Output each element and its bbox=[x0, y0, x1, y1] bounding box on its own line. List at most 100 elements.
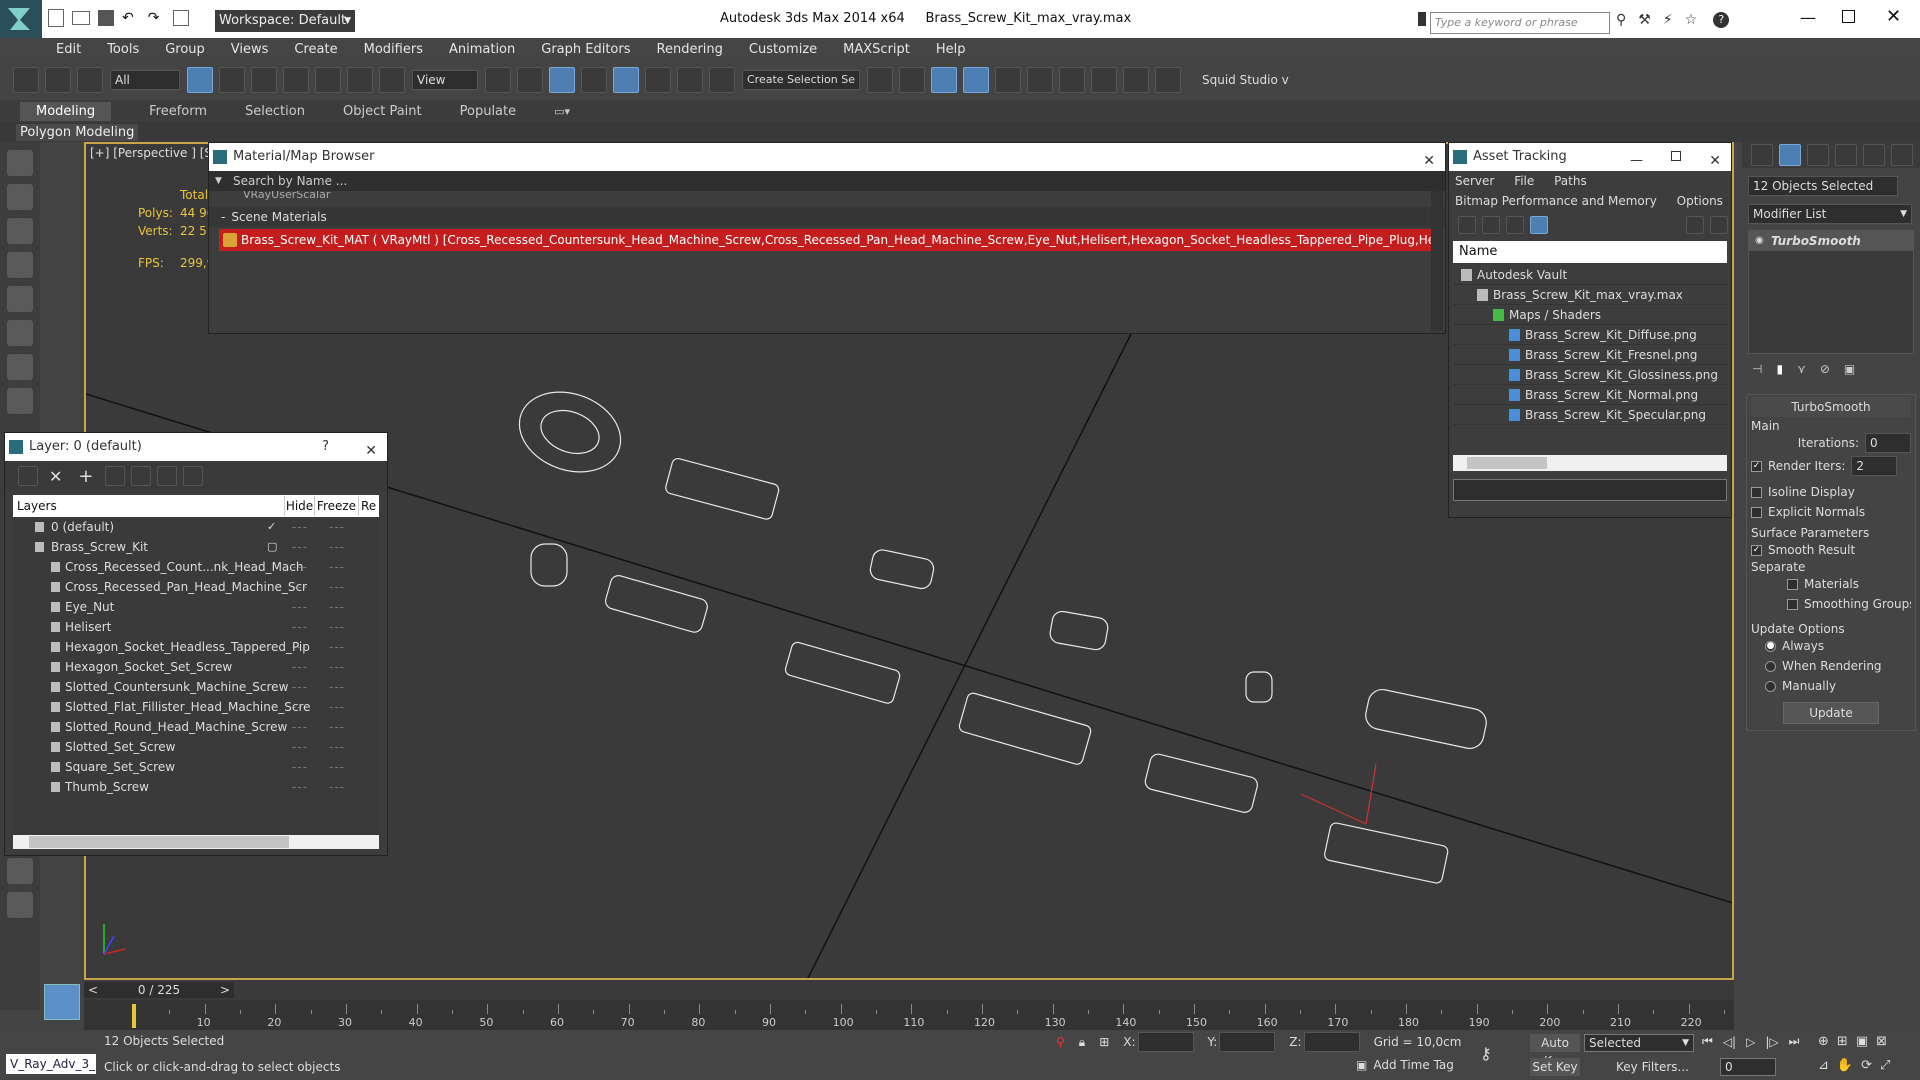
help-icon[interactable]: ? bbox=[322, 433, 329, 461]
menu-item[interactable]: Modifiers bbox=[364, 42, 423, 57]
rollout-header[interactable]: TurboSmooth bbox=[1751, 397, 1911, 417]
menu-item[interactable]: Graph Editors bbox=[541, 42, 630, 57]
render-iters-spinner[interactable]: 2 bbox=[1851, 456, 1898, 476]
isolate-icon[interactable]: ⚲ bbox=[1056, 1035, 1065, 1049]
undo-icon[interactable]: ↶ bbox=[122, 10, 134, 26]
smooth-result-checkbox[interactable]: ✓ bbox=[1751, 545, 1762, 556]
configure-sets-icon[interactable]: ▣ bbox=[1844, 362, 1855, 376]
zoom-extents-icon[interactable]: ▣ bbox=[1856, 1034, 1868, 1049]
named-selection-dropdown[interactable]: Create Selection Se bbox=[742, 70, 860, 90]
hide-toggle[interactable]: --- bbox=[285, 617, 315, 637]
layer-row[interactable]: 0 (default) --- --- ✓ bbox=[13, 517, 379, 537]
percent-snap-icon[interactable] bbox=[645, 67, 671, 93]
freeze-toggle[interactable]: --- bbox=[315, 537, 359, 557]
asset-tree-item[interactable]: Brass_Screw_Kit_Normal.png bbox=[1453, 385, 1727, 405]
menu-bitmap-performance[interactable]: Bitmap Performance and Memory bbox=[1455, 194, 1657, 208]
open-file-icon[interactable] bbox=[72, 11, 90, 25]
go-to-start-icon[interactable]: ⏮ bbox=[1702, 1034, 1713, 1049]
collapse-icon[interactable]: - bbox=[221, 210, 225, 224]
close-icon[interactable]: ✕ bbox=[365, 437, 377, 465]
angle-snap-icon[interactable] bbox=[613, 67, 639, 93]
ribbon-options-icon[interactable]: ▭▾ bbox=[554, 105, 570, 118]
stack-item-turbosmooth[interactable]: ◉ TurboSmooth bbox=[1749, 231, 1913, 251]
next-frame-icon[interactable]: > bbox=[220, 982, 230, 998]
layer-explorer-icon[interactable] bbox=[7, 252, 33, 278]
custom-toolbar-label[interactable]: Squid Studio v bbox=[1202, 73, 1289, 87]
tab-populate[interactable]: Populate bbox=[460, 104, 517, 119]
help-search-input[interactable]: Type a keyword or phrase bbox=[1430, 12, 1610, 34]
freeze-toggle[interactable]: --- bbox=[315, 717, 359, 737]
asset-tracking-titlebar[interactable]: Asset Tracking — ✕ bbox=[1449, 143, 1731, 171]
hide-toggle[interactable]: --- bbox=[285, 597, 315, 617]
film-icon[interactable] bbox=[7, 388, 33, 414]
edit-named-selection-icon[interactable] bbox=[709, 67, 735, 93]
menu-item[interactable]: Rendering bbox=[657, 42, 723, 57]
active-layer-check-icon[interactable]: ✓ bbox=[267, 517, 276, 537]
select-link-icon[interactable] bbox=[13, 67, 39, 93]
table-view-icon[interactable] bbox=[1530, 216, 1548, 234]
smoothing-groups-checkbox[interactable] bbox=[1787, 599, 1798, 610]
camera-icon[interactable] bbox=[7, 354, 33, 380]
z-coordinate-input[interactable] bbox=[1303, 1032, 1360, 1052]
mirror-icon[interactable] bbox=[867, 67, 893, 93]
freeze-toggle[interactable]: --- bbox=[315, 617, 359, 637]
hidden-material-item[interactable]: VRayUserScalar bbox=[209, 191, 1445, 203]
layer-row[interactable]: Brass_Screw_Kit --- --- ▢ bbox=[13, 537, 379, 557]
field-of-view-icon[interactable]: ⊿ bbox=[1818, 1058, 1829, 1073]
asset-tree-item[interactable]: Brass_Screw_Kit_max_vray.max bbox=[1453, 285, 1727, 305]
next-key-icon[interactable]: |▷ bbox=[1765, 1035, 1778, 1049]
layer-row[interactable]: Slotted_Round_Head_Machine_Screw --- --- bbox=[13, 717, 379, 737]
current-frame-input[interactable]: 0 bbox=[1720, 1058, 1776, 1076]
new-layer-icon[interactable] bbox=[18, 466, 38, 486]
materials-checkbox[interactable] bbox=[1787, 579, 1798, 590]
favorites-star-icon[interactable]: ☆ bbox=[1685, 12, 1698, 28]
freeze-toggle[interactable]: --- bbox=[315, 697, 359, 717]
hide-toggle[interactable]: --- bbox=[285, 537, 315, 557]
set-active-layer-box[interactable]: ▢ bbox=[267, 537, 277, 557]
zoom-all-icon[interactable]: ⊞ bbox=[1837, 1034, 1848, 1049]
search-menu-icon[interactable]: ▼ bbox=[215, 171, 222, 191]
menu-item[interactable]: Edit bbox=[56, 42, 81, 57]
bind-space-warp-icon[interactable] bbox=[77, 67, 103, 93]
name-column-header[interactable]: Name bbox=[1453, 241, 1727, 263]
spinner-snap-icon[interactable] bbox=[677, 67, 703, 93]
asset-path-field[interactable] bbox=[1453, 479, 1727, 501]
new-file-icon[interactable] bbox=[48, 9, 64, 27]
freeze-toggle[interactable]: --- bbox=[315, 657, 359, 677]
column-hide[interactable]: Hide bbox=[285, 496, 315, 516]
close-icon[interactable]: ✕ bbox=[1709, 147, 1721, 175]
minimize-icon[interactable]: — bbox=[1630, 147, 1643, 175]
menu-item[interactable]: Tools bbox=[107, 42, 139, 57]
snaps-toggle-icon[interactable] bbox=[581, 67, 607, 93]
layer-row[interactable]: Slotted_Countersunk_Machine_Screw --- --- bbox=[13, 677, 379, 697]
go-to-end-icon[interactable]: ⏭ bbox=[1789, 1034, 1800, 1049]
hide-toggle[interactable]: --- bbox=[285, 717, 315, 737]
communication-icon[interactable]: ⚡ bbox=[1663, 12, 1673, 28]
freeze-toggle[interactable]: --- bbox=[315, 597, 359, 617]
x-coordinate-input[interactable] bbox=[1137, 1032, 1194, 1052]
scene-explorer-icon[interactable] bbox=[7, 218, 33, 244]
add-time-tag[interactable]: ▣ Add Time Tag bbox=[1356, 1058, 1454, 1072]
redo-icon[interactable]: ↷ bbox=[148, 10, 160, 26]
minimize-window-icon[interactable]: — bbox=[1800, 8, 1816, 27]
key-selection-dropdown[interactable]: Selected ▼ bbox=[1584, 1034, 1694, 1052]
utilities-tab-icon[interactable] bbox=[1891, 144, 1913, 166]
material-search-input[interactable]: ▼ Search by Name ... bbox=[209, 171, 1445, 191]
layer-row[interactable]: Helisert --- --- bbox=[13, 617, 379, 637]
render-setup-icon[interactable] bbox=[1091, 67, 1117, 93]
absolute-mode-icon[interactable]: ⊞ bbox=[1099, 1035, 1109, 1049]
modify-tab-icon[interactable] bbox=[1779, 144, 1801, 166]
material-browser-titlebar[interactable]: Material/Map Browser ✕ bbox=[209, 143, 1445, 171]
tab-object-paint[interactable]: Object Paint bbox=[343, 104, 422, 119]
layer-manager-icon[interactable] bbox=[931, 67, 957, 93]
asset-horizontal-scrollbar[interactable] bbox=[1453, 455, 1727, 471]
previous-key-icon[interactable]: ◁| bbox=[1723, 1035, 1736, 1049]
scale-icon[interactable] bbox=[379, 67, 405, 93]
menu-item[interactable]: Help bbox=[936, 42, 966, 57]
light-icon[interactable] bbox=[7, 286, 33, 312]
zoom-icon[interactable]: ⊕ bbox=[1818, 1034, 1829, 1049]
key-filters-button[interactable]: Key Filters... bbox=[1616, 1060, 1689, 1074]
list-view-icon[interactable] bbox=[1482, 216, 1500, 234]
rendered-frame-window-icon[interactable] bbox=[1123, 67, 1149, 93]
save-file-icon[interactable] bbox=[98, 10, 114, 26]
